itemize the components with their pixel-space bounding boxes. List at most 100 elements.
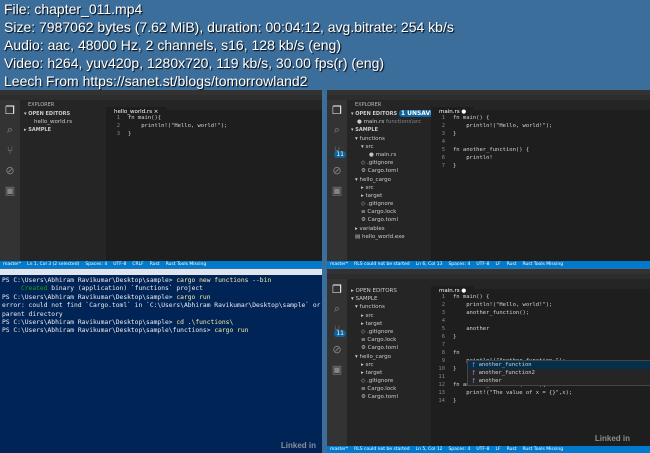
extensions-icon[interactable]: ▣	[327, 359, 347, 379]
powershell-output[interactable]: PS C:\Users\Abhiram Ravikumar\Desktop\sa…	[0, 275, 322, 336]
debug-icon[interactable]: ⊘	[327, 339, 347, 359]
tree-item-label: .gitignore	[366, 378, 394, 385]
tree-item[interactable]: ⚙ Cargo.toml	[347, 344, 431, 352]
status-item[interactable]: Ln 6, Col 13	[416, 262, 443, 267]
tree-item[interactable]: ▾ functions	[347, 303, 431, 311]
open-editor-item[interactable]: ● main.rs functions\src	[347, 118, 431, 126]
line-text: }	[453, 334, 457, 340]
source-control-icon[interactable]: ⑂ 11	[327, 140, 347, 160]
autocomplete-popup[interactable]: ƒ another_function ƒ another_function2 ƒ a…	[467, 360, 650, 386]
source-control-icon[interactable]: ⑂ 11	[327, 319, 347, 339]
tree-item[interactable]: ▾ functions	[347, 135, 431, 143]
status-item[interactable]: RLS could not be started	[354, 262, 410, 267]
tree-item-label: src	[365, 143, 374, 150]
files-icon[interactable]: ❐	[327, 100, 347, 120]
status-item[interactable]: Spaces: 4	[85, 262, 107, 267]
status-bar: master* Ln 1, Col 3 (2 selected) Spaces: 4…	[0, 261, 322, 268]
status-item[interactable]: CRLF	[132, 262, 143, 267]
search-icon[interactable]: ⌕	[327, 299, 347, 319]
tree-item[interactable]: ▾ src	[347, 143, 431, 151]
search-icon[interactable]: ⌕	[327, 120, 347, 140]
tree-item[interactable]: ◇ .gitignore	[347, 159, 431, 167]
tree-item[interactable]: ◇ .gitignore	[347, 328, 431, 336]
extensions-icon[interactable]: ▣	[327, 180, 347, 200]
status-item[interactable]: UTF-8	[476, 447, 489, 452]
code-editor[interactable]: 1 fn main(){2 println!("Hello, world!"); 3…	[106, 114, 322, 138]
status-item[interactable]: RLS could not be started	[354, 447, 410, 452]
status-item[interactable]: Rust	[150, 262, 160, 267]
tree-item[interactable]: ▸ target	[347, 369, 431, 377]
ps-command: cargo run	[214, 327, 249, 335]
code-editor[interactable]: 1 fn main() {2 println!("Hello, world!");…	[431, 293, 650, 405]
suggestion-label: another	[478, 378, 502, 384]
open-editor-path: functions\src	[385, 119, 422, 126]
tree-item[interactable]: ▾ SAMPLE	[347, 295, 431, 303]
tree-item[interactable]: ▾ hello_cargo	[347, 176, 431, 184]
suggestion-item[interactable]: ƒ another_function	[468, 361, 650, 369]
status-item[interactable]: Rust Tools Missing	[522, 447, 563, 452]
tree-item[interactable]: ≡ Cargo.lock	[347, 336, 431, 344]
ps-text: PS C:\Users\Abhiram Ravikumar\Desktop\sa…	[2, 293, 177, 301]
status-item[interactable]: master*	[3, 262, 21, 267]
status-item[interactable]: Ln 5, Col 12	[416, 447, 443, 452]
tree-item[interactable]: ◇ .gitignore	[347, 200, 431, 208]
line-text: }	[128, 131, 132, 137]
tree-item[interactable]: ≡ Cargo.lock	[347, 208, 431, 216]
debug-icon[interactable]: ⊘	[327, 160, 347, 180]
status-item[interactable]: Ln 1, Col 3 (2 selected)	[27, 262, 79, 267]
open-editor-item[interactable]: hello_world.rs	[20, 118, 106, 126]
tree-item[interactable]: ▸ variables	[347, 225, 431, 233]
tree-item[interactable]: ▸ src	[347, 361, 431, 369]
suggestion-item[interactable]: ƒ another_function2	[468, 369, 650, 377]
tree-item[interactable]: ▸ target	[347, 192, 431, 200]
explorer-sidebar: EXPLORER ▾ OPEN EDITORS hello_world.rs ▸…	[20, 100, 106, 261]
source-control-icon[interactable]: ⑂	[0, 140, 20, 160]
suggestion-item[interactable]: ƒ another	[468, 377, 650, 385]
suggestion-kind-icon: ƒ	[472, 362, 479, 368]
status-item[interactable]: Rust Tools Missing	[166, 262, 207, 267]
open-editors-section[interactable]: ▾ OPEN EDITORS 1 UNSAVED	[347, 110, 442, 118]
status-item[interactable]: master*	[330, 262, 348, 267]
ps-text	[2, 285, 21, 292]
status-item[interactable]: UTF-8	[476, 262, 489, 267]
tree-item[interactable]: ▸ src	[347, 184, 431, 192]
status-item[interactable]: master*	[330, 447, 348, 452]
info-file: File: chapter_011.mp4	[4, 1, 143, 17]
line-number: 5	[441, 147, 445, 153]
code-editor[interactable]: 1 fn main() {2 println!("Hello, world!");…	[431, 114, 650, 170]
tree-item-label: Cargo.toml	[367, 394, 398, 401]
tree-item[interactable]: ▾ hello_cargo	[347, 353, 431, 361]
status-item[interactable]: Rust Tools Missing	[522, 262, 563, 267]
status-item[interactable]: UTF-8	[113, 262, 126, 267]
search-icon[interactable]: ⌕	[0, 120, 20, 140]
tree-item[interactable]: ≡ Cargo.lock	[347, 385, 431, 393]
status-item[interactable]: Rust	[507, 262, 517, 267]
files-icon[interactable]: ❐	[0, 100, 20, 120]
tree-item[interactable]: ⚙ Cargo.toml	[347, 167, 431, 175]
tree-item[interactable]: ◇ .gitignore	[347, 377, 431, 385]
tree-item[interactable]: ▤ hello_world.exe	[347, 233, 431, 241]
sample-section[interactable]: ▾ SAMPLE	[347, 126, 431, 134]
tree-item-label: Cargo.toml	[367, 345, 398, 352]
suggestion-label: another_function2	[478, 370, 535, 376]
open-editors-section[interactable]: ▾ OPEN EDITORS	[20, 110, 106, 118]
status-item[interactable]: Spaces: 4	[448, 447, 470, 452]
line-text: println!	[453, 155, 493, 161]
status-item[interactable]: LF	[495, 447, 500, 452]
extensions-icon[interactable]: ▣	[0, 180, 20, 200]
debug-icon[interactable]: ⊘	[0, 160, 20, 180]
tree-item[interactable]: ▸ OPEN EDITORS	[347, 287, 431, 295]
status-item[interactable]: Rust	[507, 447, 517, 452]
tree-item[interactable]: ▸ target	[347, 320, 431, 328]
tree-item[interactable]: ⚙ Cargo.toml	[347, 393, 431, 401]
tree-item[interactable]: ▸ src	[347, 312, 431, 320]
tree-item[interactable]: ● main.rs	[347, 151, 431, 159]
sample-section[interactable]: ▸ SAMPLE	[20, 126, 106, 134]
code-line: 14}	[431, 397, 650, 405]
status-item[interactable]: LF	[495, 262, 500, 267]
status-item[interactable]: Spaces: 4	[448, 262, 470, 267]
tree-item-label: target	[365, 192, 383, 199]
files-icon[interactable]: ❐	[327, 279, 347, 299]
tree-item-label: hello_cargo	[359, 353, 391, 360]
tree-item[interactable]: ⚙ Cargo.toml	[347, 216, 431, 224]
